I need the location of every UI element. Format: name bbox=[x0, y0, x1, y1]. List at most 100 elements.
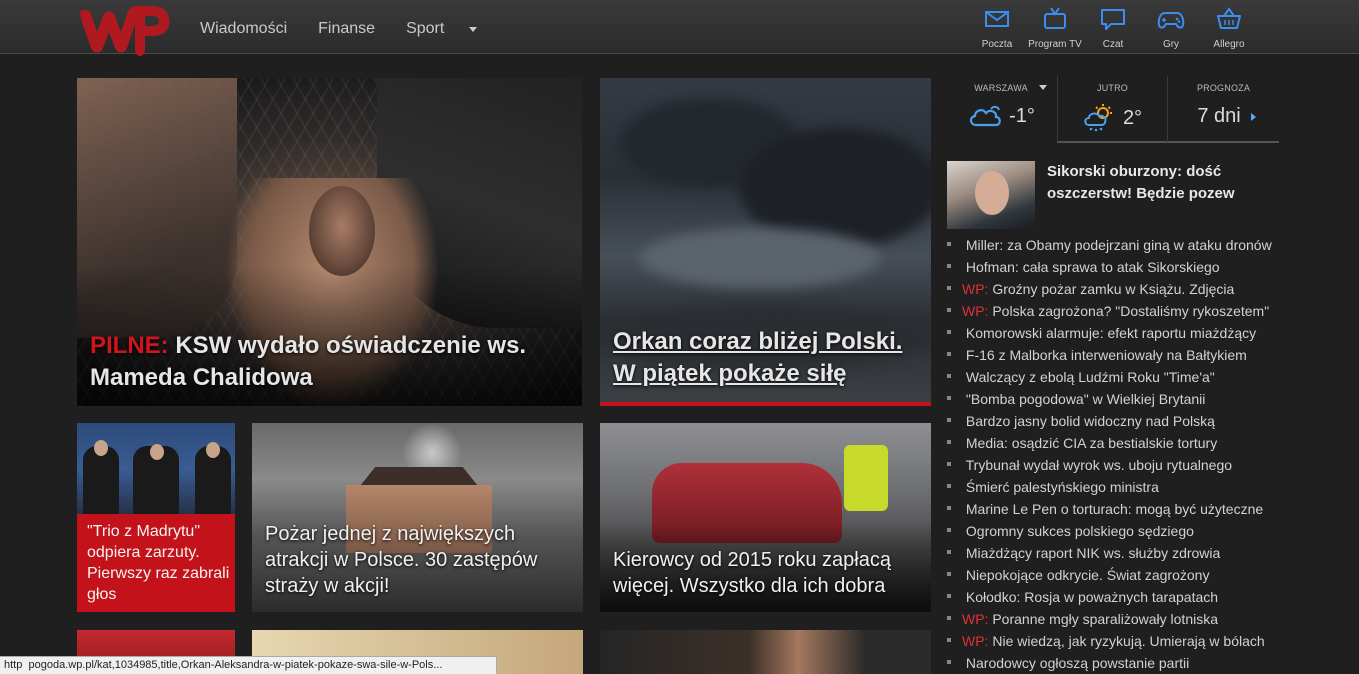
arrow-right-icon bbox=[1250, 112, 1256, 121]
service-program-tv[interactable]: Program TV bbox=[1026, 6, 1084, 50]
news-item-text: Walczący z ebolą Ludźmi Roku "Time'a" bbox=[965, 369, 1215, 385]
news-item-text: Bardzo jasny bolid widoczny nad Polską bbox=[965, 413, 1215, 429]
news-item-text: Hofman: cała sprawa to atak Sikorskiego bbox=[965, 259, 1220, 275]
news-list: Miller: za Obamy podejrzani giną w ataku… bbox=[947, 234, 1287, 674]
nav-item-wiadomosci[interactable]: Wiadomości bbox=[200, 20, 287, 38]
bullet-icon bbox=[947, 484, 951, 489]
service-label: Allegro bbox=[1213, 39, 1245, 50]
news-item-text: Śmierć palestyńskiego ministra bbox=[965, 479, 1159, 495]
news-item-text: Miller: za Obamy podejrzani giną w ataku… bbox=[965, 237, 1272, 253]
news-item[interactable]: WP: Nie wiedzą, jak ryzykują. Umierają w… bbox=[947, 630, 1287, 652]
featured-news-title: Sikorski oburzony: dość oszczerstw! Będz… bbox=[1047, 163, 1235, 202]
news-item-text: "Bomba pogodowa" w Wielkiej Brytanii bbox=[965, 391, 1206, 407]
service-czat[interactable]: Czat bbox=[1084, 6, 1142, 50]
news-item[interactable]: Miller: za Obamy podejrzani giną w ataku… bbox=[947, 234, 1287, 256]
hero-headline-orkan[interactable]: Orkan coraz bliżej Polski. W piątek poka… bbox=[613, 326, 931, 390]
tile-trio-z-madrytu[interactable]: "Trio z Madrytu" odpiera zarzuty. Pierws… bbox=[77, 423, 235, 612]
featured-news[interactable]: Sikorski oburzony: dość oszczerstw! Będz… bbox=[947, 161, 1279, 229]
news-item[interactable]: F-16 z Malborka interweniowały na Bałtyk… bbox=[947, 344, 1287, 366]
weather-tomorrow[interactable]: JUTRO 2° bbox=[1057, 76, 1167, 143]
bullet-icon bbox=[947, 594, 951, 599]
bullet-icon bbox=[947, 264, 951, 269]
status-url-prefix: http bbox=[4, 659, 23, 671]
nav-item-sport[interactable]: Sport bbox=[406, 20, 444, 38]
weather-tomorrow-label: JUTRO bbox=[1097, 83, 1128, 93]
cloudy-icon bbox=[970, 105, 1001, 127]
news-item-text: Kołodko: Rosja w poważnych tarapatach bbox=[965, 589, 1219, 605]
bullet-icon bbox=[947, 462, 951, 467]
news-item-text: Komorowski alarmuje: efekt raportu miażd… bbox=[965, 325, 1257, 341]
news-item-text: Niepokojące odkrycie. Świat zagrożony bbox=[965, 567, 1210, 583]
weather-tomorrow-temp: 2° bbox=[1122, 106, 1143, 129]
news-item[interactable]: Ogromny sukces polskiego sędziego bbox=[947, 520, 1287, 542]
news-item[interactable]: Komorowski alarmuje: efekt raportu miażd… bbox=[947, 322, 1287, 344]
chat-icon bbox=[1101, 9, 1125, 30]
tile-kierowcy[interactable]: Kierowcy od 2015 roku zapłacą więcej. Ws… bbox=[600, 423, 931, 612]
news-item[interactable]: Kołodko: Rosja w poważnych tarapatach bbox=[947, 586, 1287, 608]
featured-news-thumbnail bbox=[947, 161, 1035, 229]
news-item[interactable]: WP: Polska zagrożona? "Dostaliśmy rykosz… bbox=[947, 300, 1287, 322]
news-item[interactable]: Hofman: cała sprawa to atak Sikorskiego bbox=[947, 256, 1287, 278]
bullet-icon bbox=[947, 330, 951, 335]
basket-icon bbox=[1217, 7, 1241, 29]
news-item[interactable]: Trybunał wydał wyrok ws. uboju rytualneg… bbox=[947, 454, 1287, 476]
hero-tile-ksw[interactable]: PILNE: KSW wydało oświadczenie ws. Mamed… bbox=[77, 78, 582, 406]
hero-headline-ksw[interactable]: PILNE: KSW wydało oświadczenie ws. Mamed… bbox=[90, 330, 582, 394]
main-nav: Wiadomości Finanse Sport bbox=[200, 20, 478, 38]
wp-logo[interactable] bbox=[77, 2, 171, 58]
news-item[interactable]: WP: Groźny pożar zamku w Książu. Zdjęcia bbox=[947, 278, 1287, 300]
tile-partial-3[interactable] bbox=[600, 630, 931, 674]
news-item-text: Polska zagrożona? "Dostaliśmy rykoszetem… bbox=[992, 303, 1270, 319]
news-item[interactable]: "Bomba pogodowa" w Wielkiej Brytanii bbox=[947, 388, 1287, 410]
weather-city[interactable]: WARSZAWA -1° bbox=[947, 76, 1055, 143]
service-label: Czat bbox=[1102, 39, 1124, 50]
tile-pozar[interactable]: Pożar jednej z największych atrakcji w P… bbox=[252, 423, 583, 612]
wp-prefix: WP: bbox=[962, 303, 989, 319]
tv-icon bbox=[1044, 7, 1066, 29]
top-bar: Wiadomości Finanse Sport Poczta Program … bbox=[0, 0, 1359, 56]
weather-forecast[interactable]: PROGNOZA 7 dni bbox=[1167, 76, 1279, 143]
hero-tile-orkan[interactable]: Orkan coraz bliżej Polski. W piątek poka… bbox=[600, 78, 931, 406]
weather-city-temp: -1° bbox=[1009, 104, 1035, 127]
wp-prefix: WP: bbox=[962, 633, 989, 649]
bullet-icon bbox=[947, 638, 951, 643]
city-dropdown-icon[interactable] bbox=[1039, 85, 1047, 90]
news-item[interactable]: Marine Le Pen o torturach: mogą być użyt… bbox=[947, 498, 1287, 520]
tile-caption: "Trio z Madrytu" odpiera zarzuty. Pierws… bbox=[87, 523, 230, 603]
bullet-icon bbox=[947, 242, 951, 247]
news-item[interactable]: WP: Poranne mgły sparaliżowały lotniska bbox=[947, 608, 1287, 630]
news-item[interactable]: Bardzo jasny bolid widoczny nad Polską bbox=[947, 410, 1287, 432]
sun-cloud-snow-icon bbox=[1084, 104, 1112, 132]
bullet-icon bbox=[947, 308, 951, 313]
weather-forecast-label: PROGNOZA bbox=[1196, 83, 1251, 93]
photo-fighter-head bbox=[309, 186, 375, 276]
service-label: Poczta bbox=[981, 39, 1013, 50]
service-poczta[interactable]: Poczta bbox=[968, 6, 1026, 50]
nav-item-finanse[interactable]: Finanse bbox=[318, 20, 375, 38]
bullet-icon bbox=[947, 352, 951, 357]
news-item[interactable]: Śmierć palestyńskiego ministra bbox=[947, 476, 1287, 498]
service-allegro[interactable]: Allegro bbox=[1200, 6, 1258, 50]
news-item[interactable]: Narodowcy ogłoszą powstanie partii bbox=[947, 652, 1287, 674]
service-gry[interactable]: Gry bbox=[1142, 6, 1200, 50]
news-item-text: Marine Le Pen o torturach: mogą być użyt… bbox=[965, 501, 1264, 517]
news-item[interactable]: Media: osądzić CIA za bestialskie tortur… bbox=[947, 432, 1287, 454]
bullet-icon bbox=[947, 418, 951, 423]
news-item[interactable]: Niepokojące odkrycie. Świat zagrożony bbox=[947, 564, 1287, 586]
mail-icon bbox=[985, 11, 1009, 27]
news-item-text: F-16 z Malborka interweniowały na Bałtyk… bbox=[965, 347, 1247, 363]
status-url-path: /kat,1034985,title,Orkan-Aleksandra-w-pi… bbox=[93, 659, 443, 671]
bullet-icon bbox=[947, 660, 951, 665]
status-url-domain: pogoda.wp.pl bbox=[28, 659, 94, 671]
news-item-text: Groźny pożar zamku w Książu. Zdjęcia bbox=[992, 281, 1235, 297]
service-label: Program TV bbox=[1028, 39, 1082, 50]
nav-more-dropdown-icon[interactable] bbox=[469, 26, 478, 32]
wp-prefix: WP: bbox=[962, 611, 989, 627]
bullet-icon bbox=[947, 506, 951, 511]
services-bar: Poczta Program TV Czat Gry Allegro bbox=[968, 6, 1258, 50]
news-item[interactable]: Walczący z ebolą Ludźmi Roku "Time'a" bbox=[947, 366, 1287, 388]
bullet-icon bbox=[947, 572, 951, 577]
service-label: Gry bbox=[1162, 39, 1180, 50]
news-item[interactable]: Miażdżący raport NIK ws. służby zdrowia bbox=[947, 542, 1287, 564]
weather-forecast-value: 7 dni bbox=[1197, 105, 1241, 127]
